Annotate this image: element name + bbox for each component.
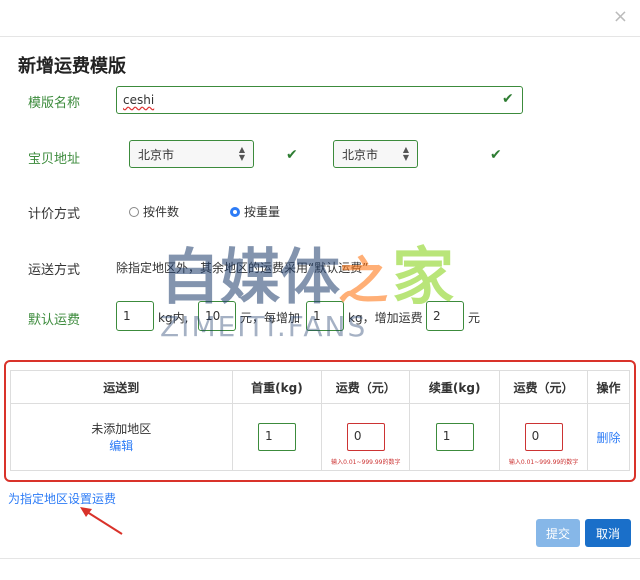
default-extra-weight-value: 1 (313, 309, 321, 323)
action-cell: 删除 (587, 403, 630, 471)
city-valid-check-icon: ✔ (490, 147, 502, 163)
default-first-weight-input[interactable]: 1 (116, 301, 154, 331)
default-fee-text-kg-add: kg，增加运费 (348, 311, 423, 325)
submit-button[interactable]: 提交 (536, 519, 580, 547)
radio-checked-icon (230, 206, 240, 217)
default-first-fee-value: 10 (205, 309, 221, 323)
area-name: 未添加地区 (91, 422, 152, 436)
edit-area-link[interactable]: 编辑 (12, 437, 231, 454)
extra-weight-cell: 1 (409, 403, 501, 471)
first-fee-cell: 0 输入0.01~999.99的数字 (321, 403, 411, 471)
default-extra-weight-input[interactable]: 1 (306, 301, 344, 331)
default-first-weight-value: 1 (123, 309, 131, 323)
extra-fee-cell: 0 输入0.01~999.99的数字 (499, 403, 588, 471)
select-arrows-icon: ▲ ▼ (238, 145, 245, 162)
row-first-weight-input[interactable]: 1 (257, 423, 296, 451)
pricing-option-by-piece[interactable]: 按件数 (129, 203, 179, 220)
default-fee-label: 默认运费 (28, 313, 81, 328)
delete-row-link[interactable]: 删除 (596, 431, 620, 445)
extra-fee-error-hint: 输入0.01~999.99的数字 (508, 459, 579, 466)
row-extra-weight-input[interactable]: 1 (435, 423, 474, 451)
province-valid-check-icon: ✔ (286, 147, 298, 163)
template-name-valid-check-icon: ✔ (502, 91, 514, 107)
template-name-input[interactable]: ceshi (116, 86, 523, 114)
shipping-note: 除指定地区外，其余地区的运费采用“默认运费” (116, 261, 369, 275)
close-icon[interactable]: × (613, 8, 628, 26)
area-cell: 未添加地区 编辑 (10, 403, 233, 471)
location-label: 宝贝地址 (28, 152, 81, 167)
dialog-footer-divider (0, 558, 640, 559)
pricing-option-label: 按重量 (244, 205, 281, 219)
default-fee-text-kg-in: kg内, (158, 311, 189, 325)
red-arrow-annotation-icon (80, 507, 123, 535)
table-row: 未添加地区 编辑 1 0 输入0.01~999.99的数字 1 0 输入0.01… (10, 403, 630, 471)
default-extra-fee-input[interactable]: 2 (426, 301, 464, 331)
column-header: 操作 (587, 370, 630, 404)
freight-template-dialog: × 新增运费模版 模版名称 ceshi ✔ 宝贝地址 北京市 ▲ ▼ ✔ 北京市 … (0, 0, 640, 580)
default-first-fee-input[interactable]: 10 (198, 301, 236, 331)
column-header: 运费（元） (321, 370, 411, 404)
table-header-row: 运送到 首重(kg) 运费（元） 续重(kg) 运费（元） 操作 (10, 370, 630, 404)
select-arrows-icon: ▲ ▼ (402, 145, 409, 162)
row-first-fee-input[interactable]: 0 (346, 423, 385, 451)
first-fee-error-hint: 输入0.01~999.99的数字 (331, 459, 401, 466)
region-fee-table: 运送到 首重(kg) 运费（元） 续重(kg) 运费（元） 操作 未添加地区 编… (10, 370, 630, 471)
cancel-button[interactable]: 取消 (585, 519, 631, 547)
column-header: 首重(kg) (231, 370, 323, 404)
default-fee-text-yuan: 元 (468, 311, 481, 325)
template-name-label: 模版名称 (28, 96, 81, 111)
province-value: 北京市 (138, 147, 175, 162)
dialog-header: × (0, 0, 640, 37)
first-weight-cell: 1 (231, 403, 323, 471)
default-extra-fee-value: 2 (433, 309, 441, 323)
shipping-label: 运送方式 (28, 263, 81, 278)
pricing-option-by-weight[interactable]: 按重量 (230, 203, 280, 220)
column-header: 运送到 (10, 370, 233, 404)
dialog-title: 新增运费模版 (18, 56, 126, 77)
default-fee-text-yuan-each: 元，每增加 (240, 311, 301, 325)
column-header: 运费（元） (499, 370, 588, 404)
pricing-option-label: 按件数 (143, 205, 180, 219)
template-name-value: ceshi (123, 93, 155, 107)
pricing-label: 计价方式 (28, 207, 81, 222)
column-header: 续重(kg) (409, 370, 501, 404)
province-select[interactable]: 北京市 ▲ ▼ (129, 140, 254, 168)
radio-unchecked-icon (129, 206, 139, 217)
city-select[interactable]: 北京市 ▲ ▼ (333, 140, 418, 168)
city-value: 北京市 (342, 147, 379, 162)
row-extra-fee-input[interactable]: 0 (524, 423, 563, 451)
